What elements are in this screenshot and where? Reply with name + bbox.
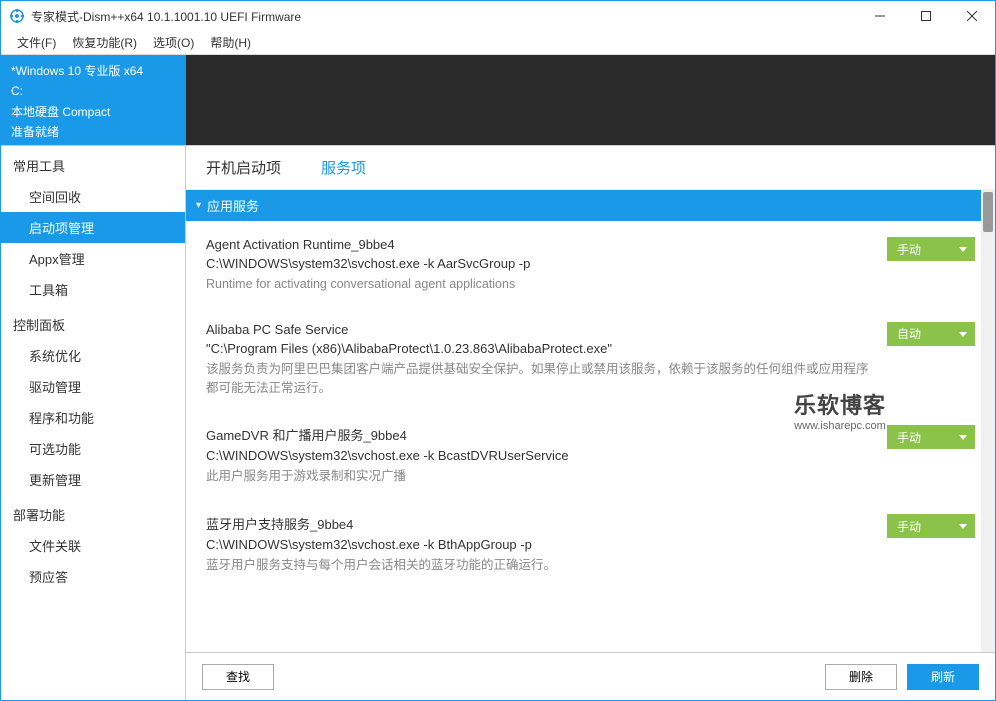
service-list: ▾ 应用服务 Agent Activation Runtime_9bbe4 C:… [186,190,995,652]
service-row: GameDVR 和广播用户服务_9bbe4 C:\WINDOWS\system3… [186,409,995,498]
sidebar-item-space[interactable]: 空间回收 [1,181,185,212]
sidebar-item-driver[interactable]: 驱动管理 [1,371,185,402]
info-os: *Windows 10 专业版 x64 [11,61,176,81]
status-dropdown[interactable]: 手动 [887,425,975,449]
service-name: GameDVR 和广播用户服务_9bbe4 [206,425,871,444]
maximize-button[interactable] [903,1,949,31]
sidebar-item-optimize[interactable]: 系统优化 [1,340,185,371]
sidebar: 常用工具 空间回收 启动项管理 Appx管理 工具箱 控制面板 系统优化 驱动管… [1,146,186,700]
service-desc: 蓝牙用户服务支持与每个用户会话相关的蓝牙功能的正确运行。 [206,556,871,575]
section-title: 应用服务 [207,196,259,215]
close-button[interactable] [949,1,995,31]
tabs: 开机启动项 服务项 [186,146,995,190]
service-path: C:\WINDOWS\system32\svchost.exe -k AarSv… [206,256,871,271]
service-name: Agent Activation Runtime_9bbe4 [206,237,871,252]
system-info[interactable]: *Windows 10 专业版 x64 C: 本地硬盘 Compact 准备就绪 [1,55,186,145]
sidebar-group-deploy: 部署功能 [1,495,185,530]
find-button[interactable]: 查找 [202,664,274,690]
service-row: Alibaba PC Safe Service "C:\Program File… [186,306,995,410]
info-right-panel [186,55,995,145]
tab-startup[interactable]: 开机启动项 [206,157,281,178]
info-panel: *Windows 10 专业版 x64 C: 本地硬盘 Compact 准备就绪 [1,55,995,145]
service-name: Alibaba PC Safe Service [206,322,871,337]
window-title: 专家模式-Dism++x64 10.1.1001.10 UEFI Firmwar… [31,8,857,25]
status-dropdown[interactable]: 自动 [887,322,975,346]
service-desc: 此用户服务用于游戏录制和实况广播 [206,467,871,486]
info-disk: 本地硬盘 Compact [11,102,176,122]
sidebar-item-startup[interactable]: 启动项管理 [1,212,185,243]
refresh-button[interactable]: 刷新 [907,664,979,690]
sidebar-item-programs[interactable]: 程序和功能 [1,402,185,433]
sidebar-group-common: 常用工具 [1,146,185,181]
scrollbar[interactable] [981,190,995,652]
minimize-button[interactable] [857,1,903,31]
menu-file[interactable]: 文件(F) [9,32,64,53]
chevron-down-icon: ▾ [196,200,201,211]
service-path: C:\WINDOWS\system32\svchost.exe -k Bcast… [206,448,871,463]
service-row: Agent Activation Runtime_9bbe4 C:\WINDOW… [186,221,995,306]
sidebar-item-toolbox[interactable]: 工具箱 [1,274,185,305]
sidebar-group-control: 控制面板 [1,305,185,340]
status-dropdown[interactable]: 手动 [887,514,975,538]
info-drive: C: [11,81,176,101]
service-name: 蓝牙用户支持服务_9bbe4 [206,514,871,533]
service-row: 蓝牙用户支持服务_9bbe4 C:\WINDOWS\system32\svcho… [186,498,995,587]
menubar: 文件(F) 恢复功能(R) 选项(O) 帮助(H) [1,31,995,55]
section-header[interactable]: ▾ 应用服务 [186,190,995,221]
service-desc: Runtime for activating conversational ag… [206,275,871,294]
app-icon [9,8,25,24]
titlebar: 专家模式-Dism++x64 10.1.1001.10 UEFI Firmwar… [1,1,995,31]
sidebar-item-fileassoc[interactable]: 文件关联 [1,530,185,561]
sidebar-item-appx[interactable]: Appx管理 [1,243,185,274]
menu-recovery[interactable]: 恢复功能(R) [64,32,145,53]
info-status: 准备就绪 [11,122,176,142]
scroll-thumb[interactable] [983,192,993,232]
status-dropdown[interactable]: 手动 [887,237,975,261]
tab-services[interactable]: 服务项 [321,157,366,178]
menu-options[interactable]: 选项(O) [145,32,202,53]
service-path: "C:\Program Files (x86)\AlibabaProtect\1… [206,341,871,356]
sidebar-item-update[interactable]: 更新管理 [1,464,185,495]
sidebar-item-unattend[interactable]: 预应答 [1,561,185,592]
service-path: C:\WINDOWS\system32\svchost.exe -k BthAp… [206,537,871,552]
footer: 查找 删除 刷新 [186,652,995,700]
service-desc: 该服务负责为阿里巴巴集团客户端产品提供基础安全保护。如果停止或禁用该服务，依赖于… [206,360,871,398]
delete-button[interactable]: 删除 [825,664,897,690]
menu-help[interactable]: 帮助(H) [202,32,259,53]
sidebar-item-optional[interactable]: 可选功能 [1,433,185,464]
